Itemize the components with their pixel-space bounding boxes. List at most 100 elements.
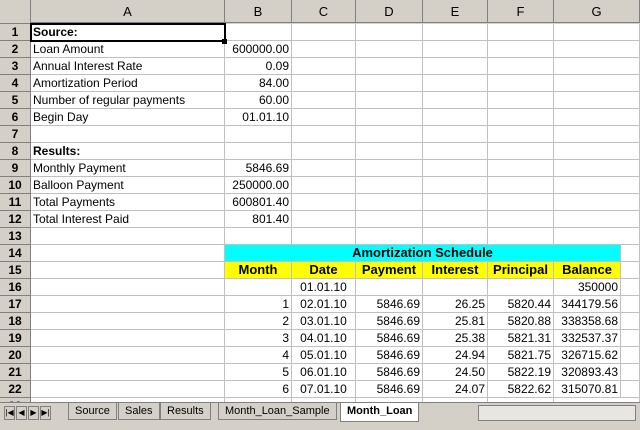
grid-cell[interactable] <box>31 330 225 347</box>
row-header-20[interactable]: 20 <box>0 347 31 364</box>
schedule-cell[interactable]: 5846.69 <box>356 381 423 398</box>
schedule-cell[interactable]: 1 <box>225 296 292 313</box>
cell-b9[interactable]: 5846.69 <box>225 160 292 177</box>
grid-cell[interactable] <box>554 109 640 126</box>
cell-a8[interactable]: Results: <box>31 143 225 160</box>
schedule-cell[interactable]: 320893.43 <box>554 364 621 381</box>
next-sheet-button[interactable]: ▶ <box>28 406 39 420</box>
grid-cell[interactable] <box>423 109 488 126</box>
row-header-10[interactable]: 10 <box>0 177 31 194</box>
schedule-cell[interactable]: 6 <box>225 381 292 398</box>
schedule-cell[interactable]: 5821.31 <box>488 330 554 347</box>
grid-cell[interactable] <box>554 24 640 41</box>
schedule-cell[interactable]: 05.01.10 <box>292 347 356 364</box>
sheet-tab-results[interactable]: Results <box>160 403 211 420</box>
schedule-cell[interactable]: 5846.69 <box>356 296 423 313</box>
schedule-cell[interactable]: 03.01.10 <box>292 313 356 330</box>
grid-cell[interactable] <box>292 58 356 75</box>
grid-cell[interactable] <box>225 228 292 245</box>
grid-cell[interactable] <box>292 109 356 126</box>
row-header-6[interactable]: 6 <box>0 109 31 126</box>
cell-a12[interactable]: Total Interest Paid <box>31 211 225 228</box>
row-header-18[interactable]: 18 <box>0 313 31 330</box>
grid-cell[interactable] <box>488 41 554 58</box>
grid-cell[interactable] <box>554 92 640 109</box>
grid-cell[interactable] <box>356 126 423 143</box>
grid-cell[interactable] <box>31 347 225 364</box>
schedule-cell[interactable]: 5 <box>225 364 292 381</box>
select-all-corner[interactable] <box>0 0 31 24</box>
schedule-cell[interactable]: 332537.37 <box>554 330 621 347</box>
column-header-e[interactable]: E <box>423 0 488 23</box>
schedule-cell[interactable]: 24.94 <box>423 347 488 364</box>
grid-cell[interactable] <box>488 143 554 160</box>
grid-cell[interactable] <box>356 24 423 41</box>
grid-cell[interactable] <box>554 177 640 194</box>
schedule-header-balance[interactable]: Balance <box>554 262 621 279</box>
grid-cell[interactable] <box>554 160 640 177</box>
grid-cell[interactable] <box>423 211 488 228</box>
grid-cell[interactable] <box>423 194 488 211</box>
schedule-cell[interactable]: 5846.69 <box>356 364 423 381</box>
row-header-15[interactable]: 15 <box>0 262 31 279</box>
spreadsheet-grid[interactable]: A B C D E F G 1 2 3 4 5 6 7 8 9 10 11 12… <box>0 0 640 402</box>
row-header-4[interactable]: 4 <box>0 75 31 92</box>
sheet-tab-sales[interactable]: Sales <box>118 403 160 420</box>
row-header-3[interactable]: 3 <box>0 58 31 75</box>
schedule-header-date[interactable]: Date <box>292 262 356 279</box>
schedule-header-month[interactable]: Month <box>225 262 292 279</box>
row-header-17[interactable]: 17 <box>0 296 31 313</box>
grid-cell[interactable] <box>292 41 356 58</box>
row-header-16[interactable]: 16 <box>0 279 31 296</box>
schedule-cell[interactable] <box>225 279 292 296</box>
row-header-7[interactable]: 7 <box>0 126 31 143</box>
column-header-b[interactable]: B <box>225 0 292 23</box>
grid-cell[interactable] <box>423 92 488 109</box>
cell-a3[interactable]: Annual Interest Rate <box>31 58 225 75</box>
cell-b4[interactable]: 84.00 <box>225 75 292 92</box>
grid-cell[interactable] <box>356 143 423 160</box>
grid-cell[interactable] <box>356 228 423 245</box>
grid-cell[interactable] <box>423 58 488 75</box>
schedule-cell[interactable]: 315070.81 <box>554 381 621 398</box>
grid-cell[interactable] <box>356 75 423 92</box>
grid-cell[interactable] <box>488 24 554 41</box>
grid-cell[interactable] <box>292 177 356 194</box>
grid-cell[interactable] <box>31 245 225 262</box>
grid-cell[interactable] <box>292 75 356 92</box>
grid-cell[interactable] <box>423 177 488 194</box>
cell-a5[interactable]: Number of regular payments <box>31 92 225 109</box>
grid-cell[interactable] <box>488 58 554 75</box>
grid-cell[interactable] <box>423 24 488 41</box>
grid-cell[interactable] <box>423 143 488 160</box>
grid-cell[interactable] <box>31 126 225 143</box>
fill-handle[interactable] <box>222 39 227 44</box>
grid-cell[interactable] <box>292 160 356 177</box>
schedule-cell[interactable]: 2 <box>225 313 292 330</box>
schedule-header-payment[interactable]: Payment <box>356 262 423 279</box>
schedule-cell[interactable]: 24.50 <box>423 364 488 381</box>
cell-b10[interactable]: 250000.00 <box>225 177 292 194</box>
column-header-a[interactable]: A <box>31 0 225 23</box>
cell-a10[interactable]: Balloon Payment <box>31 177 225 194</box>
grid-cell[interactable] <box>225 143 292 160</box>
schedule-cell[interactable]: 338358.68 <box>554 313 621 330</box>
grid-cell[interactable] <box>356 109 423 126</box>
row-header-22[interactable]: 22 <box>0 381 31 398</box>
schedule-cell[interactable]: 06.01.10 <box>292 364 356 381</box>
grid-cell[interactable] <box>554 58 640 75</box>
grid-cell[interactable] <box>488 75 554 92</box>
last-sheet-button[interactable]: ▶| <box>40 406 51 420</box>
row-header-5[interactable]: 5 <box>0 92 31 109</box>
row-header-14[interactable]: 14 <box>0 245 31 262</box>
schedule-cell[interactable]: 5846.69 <box>356 330 423 347</box>
grid-cell[interactable] <box>423 126 488 143</box>
grid-cell[interactable] <box>356 58 423 75</box>
schedule-cell[interactable]: 26.25 <box>423 296 488 313</box>
column-header-f[interactable]: F <box>488 0 554 23</box>
row-header-11[interactable]: 11 <box>0 194 31 211</box>
schedule-cell[interactable]: 5820.88 <box>488 313 554 330</box>
cell-a4[interactable]: Amortization Period <box>31 75 225 92</box>
row-header-2[interactable]: 2 <box>0 41 31 58</box>
horizontal-scrollbar[interactable] <box>478 405 636 421</box>
